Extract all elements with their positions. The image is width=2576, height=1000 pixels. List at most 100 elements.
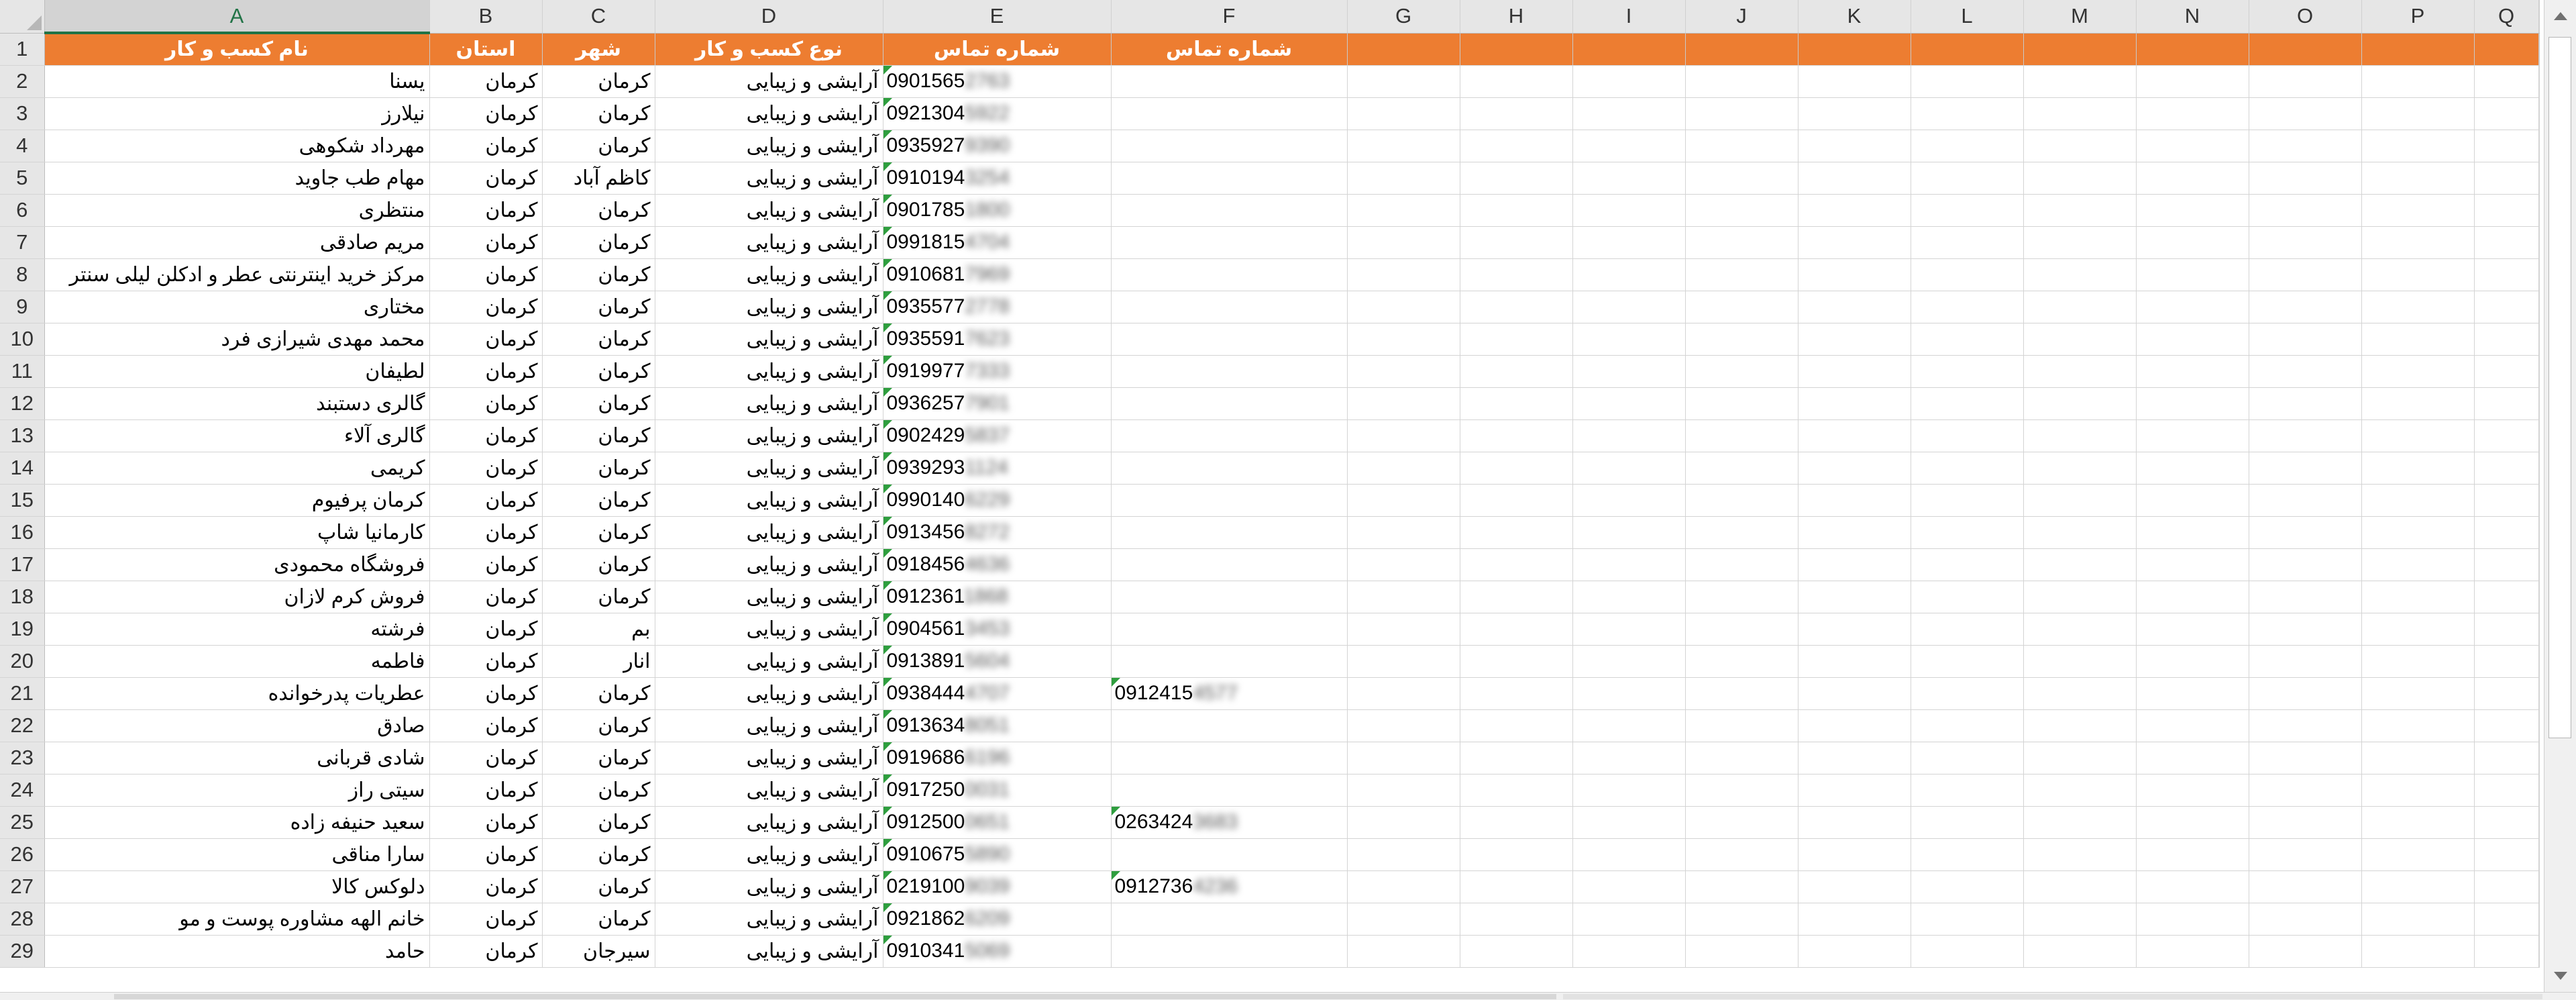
phone-2-cell[interactable]: 09127364236: [1111, 870, 1348, 903]
city-cell[interactable]: کرمان: [542, 742, 655, 774]
empty-cell[interactable]: [1572, 806, 1686, 839]
empty-cell[interactable]: [1798, 548, 1911, 581]
empty-cell[interactable]: [2136, 65, 2249, 98]
empty-cell[interactable]: [1347, 97, 1460, 130]
city-cell[interactable]: کرمان: [542, 387, 655, 420]
business-type-cell[interactable]: آرایشی و زیبایی: [655, 709, 883, 742]
empty-cell[interactable]: [1572, 903, 1686, 936]
empty-cell[interactable]: [2474, 903, 2539, 936]
empty-cell[interactable]: [1347, 162, 1460, 195]
empty-cell[interactable]: [2361, 774, 2475, 807]
business-type-cell[interactable]: آرایشی و زیبایی: [655, 645, 883, 678]
empty-cell[interactable]: [1685, 645, 1799, 678]
empty-cell[interactable]: [2361, 613, 2475, 646]
empty-cell[interactable]: [2361, 516, 2475, 549]
phone-2-cell[interactable]: [1111, 709, 1348, 742]
empty-cell[interactable]: [2538, 548, 2540, 581]
header-phone-2[interactable]: شماره تماس: [1111, 33, 1348, 66]
empty-cell[interactable]: [1798, 581, 1911, 613]
empty-cell[interactable]: [1572, 709, 1686, 742]
empty-cell[interactable]: [1685, 548, 1799, 581]
empty-cell[interactable]: [2136, 194, 2249, 227]
empty-cell[interactable]: [1911, 774, 2024, 807]
empty-cell[interactable]: [1685, 903, 1799, 936]
empty-cell[interactable]: [2538, 838, 2540, 871]
empty-cell[interactable]: [2538, 452, 2540, 485]
empty-cell[interactable]: [2023, 355, 2137, 388]
empty-cell[interactable]: [1685, 581, 1799, 613]
city-cell[interactable]: کرمان: [542, 194, 655, 227]
empty-cell[interactable]: [2249, 258, 2362, 291]
empty-cell[interactable]: [1798, 838, 1911, 871]
business-name-cell[interactable]: گالری دستبند: [44, 387, 430, 420]
empty-cell[interactable]: [2136, 33, 2249, 66]
business-name-cell[interactable]: مریم صادقی: [44, 226, 430, 259]
empty-cell[interactable]: [2474, 258, 2539, 291]
empty-cell[interactable]: [2474, 97, 2539, 130]
row-number[interactable]: 27: [0, 870, 45, 903]
row-number[interactable]: 11: [0, 355, 45, 388]
horizontal-scroll-thumb[interactable]: [114, 994, 1556, 999]
empty-cell[interactable]: [2249, 194, 2362, 227]
phone-2-cell[interactable]: [1111, 613, 1348, 646]
business-name-cell[interactable]: عطریات پدرخوانده: [44, 677, 430, 710]
empty-cell[interactable]: [2249, 355, 2362, 388]
phone-cell[interactable]: 09123611868: [883, 581, 1112, 613]
column-header-c[interactable]: C: [542, 0, 655, 34]
empty-cell[interactable]: [2249, 162, 2362, 195]
empty-cell[interactable]: [2136, 935, 2249, 968]
column-header-p[interactable]: P: [2361, 0, 2475, 34]
empty-cell[interactable]: [2361, 806, 2475, 839]
empty-cell[interactable]: [2023, 677, 2137, 710]
province-cell[interactable]: کرمان: [429, 838, 543, 871]
empty-cell[interactable]: [2023, 548, 2137, 581]
row-number[interactable]: 1: [0, 33, 45, 66]
empty-cell[interactable]: [1911, 291, 2024, 323]
city-cell[interactable]: کرمان: [542, 903, 655, 936]
empty-cell[interactable]: [1572, 935, 1686, 968]
empty-cell[interactable]: [2361, 677, 2475, 710]
empty-cell[interactable]: [2474, 742, 2539, 774]
empty-cell[interactable]: [2361, 258, 2475, 291]
city-cell[interactable]: کرمان: [542, 709, 655, 742]
empty-cell[interactable]: [1911, 870, 2024, 903]
empty-cell[interactable]: [1460, 742, 1573, 774]
business-type-cell[interactable]: آرایشی و زیبایی: [655, 291, 883, 323]
empty-cell[interactable]: [2361, 548, 2475, 581]
empty-cell[interactable]: [1572, 645, 1686, 678]
empty-cell[interactable]: [2249, 742, 2362, 774]
empty-cell[interactable]: [2474, 709, 2539, 742]
empty-cell[interactable]: [2474, 323, 2539, 356]
phone-cell[interactable]: 09024295837: [883, 419, 1112, 452]
business-name-cell[interactable]: مختاری: [44, 291, 430, 323]
empty-cell[interactable]: [2361, 870, 2475, 903]
province-cell[interactable]: کرمان: [429, 419, 543, 452]
empty-cell[interactable]: [2136, 516, 2249, 549]
empty-cell[interactable]: [1460, 162, 1573, 195]
empty-cell[interactable]: [2249, 613, 2362, 646]
business-type-cell[interactable]: آرایشی و زیبایی: [655, 162, 883, 195]
row-number[interactable]: 29: [0, 935, 45, 968]
empty-cell[interactable]: [2361, 452, 2475, 485]
empty-cell[interactable]: [1798, 516, 1911, 549]
empty-cell[interactable]: [1347, 323, 1460, 356]
empty-cell[interactable]: [1911, 581, 2024, 613]
empty-cell[interactable]: [2249, 935, 2362, 968]
province-cell[interactable]: کرمان: [429, 806, 543, 839]
business-name-cell[interactable]: سارا مناقی: [44, 838, 430, 871]
empty-cell[interactable]: [2538, 291, 2540, 323]
header-business-type[interactable]: نوع کسب و کار: [655, 33, 883, 66]
business-name-cell[interactable]: صادق: [44, 709, 430, 742]
empty-cell[interactable]: [1460, 645, 1573, 678]
empty-cell[interactable]: [1460, 613, 1573, 646]
empty-cell[interactable]: [1685, 194, 1799, 227]
phone-2-cell[interactable]: [1111, 774, 1348, 807]
phone-cell[interactable]: 09103415069: [883, 935, 1112, 968]
column-header-h[interactable]: H: [1460, 0, 1573, 34]
province-cell[interactable]: کرمان: [429, 130, 543, 162]
scroll-up-arrow-icon[interactable]: [2554, 12, 2567, 20]
phone-2-cell[interactable]: [1111, 419, 1348, 452]
phone-cell[interactable]: 09017851800: [883, 194, 1112, 227]
city-cell[interactable]: کرمان: [542, 355, 655, 388]
empty-cell[interactable]: [2023, 33, 2137, 66]
